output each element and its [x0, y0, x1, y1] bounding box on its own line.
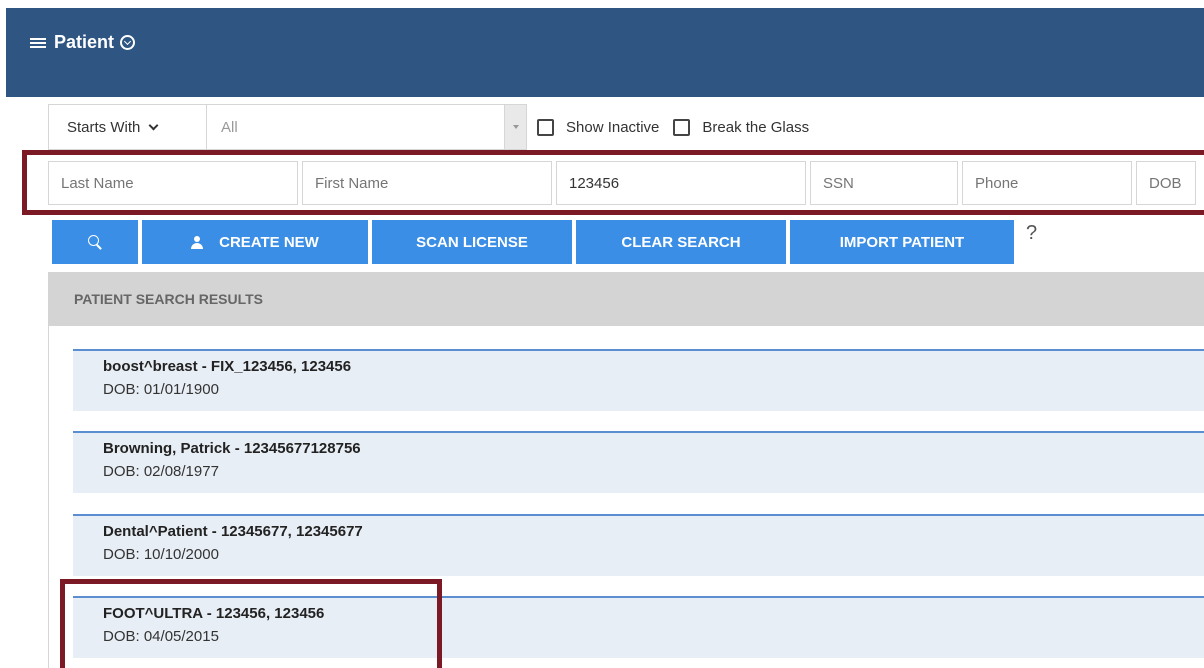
break-glass-checkbox[interactable]: Break the Glass	[673, 118, 810, 136]
app-header: Patient	[6, 8, 1204, 97]
break-glass-label: Break the Glass	[702, 118, 810, 136]
patient-name: Browning, Patrick - 12345677128756	[103, 440, 361, 457]
scope-value: All	[221, 118, 238, 136]
patient-name: Dental^Patient - 12345677, 12345677	[103, 523, 363, 540]
clear-search-label: CLEAR SEARCH	[621, 233, 741, 251]
list-item[interactable]: Browning, Patrick - 12345677128756 DOB: …	[73, 431, 1204, 493]
list-item[interactable]: Dental^Patient - 12345677, 12345677 DOB:…	[73, 514, 1204, 576]
results-header: PATIENT SEARCH RESULTS	[48, 272, 1204, 326]
clear-search-button[interactable]: CLEAR SEARCH	[576, 220, 786, 264]
create-new-button[interactable]: CREATE NEW	[142, 220, 368, 264]
results-title: PATIENT SEARCH RESULTS	[74, 291, 264, 307]
search-icon	[88, 235, 102, 249]
create-new-label: CREATE NEW	[219, 233, 319, 251]
dropdown-arrow-icon[interactable]	[504, 105, 526, 149]
checkbox-box[interactable]	[673, 118, 691, 136]
match-mode-select[interactable]: Starts With	[48, 104, 207, 150]
scan-license-button[interactable]: SCAN LICENSE	[372, 220, 572, 264]
help-icon[interactable]: ?	[1026, 222, 1037, 245]
filter-row: Starts With All Show Inactive Break the …	[48, 104, 809, 150]
patient-dob: DOB: 10/10/2000	[103, 546, 219, 563]
header-title-group[interactable]: Patient	[30, 32, 136, 53]
match-mode-value: Starts With	[67, 118, 141, 136]
page-title: Patient	[54, 32, 115, 52]
scan-license-label: SCAN LICENSE	[416, 233, 528, 251]
show-inactive-checkbox[interactable]: Show Inactive	[537, 118, 660, 136]
result-highlight	[60, 579, 442, 668]
patient-name: boost^breast - FIX_123456, 123456	[103, 358, 352, 375]
show-inactive-label: Show Inactive	[566, 118, 660, 136]
patient-dob: DOB: 01/01/1900	[103, 381, 219, 398]
chevron-circle-down-icon[interactable]	[120, 35, 136, 50]
action-button-row: CREATE NEW SCAN LICENSE CLEAR SEARCH IMP…	[52, 220, 1037, 264]
search-button[interactable]	[52, 220, 138, 264]
checkbox-box[interactable]	[537, 118, 554, 136]
patient-dob: DOB: 02/08/1977	[103, 463, 219, 480]
chevron-down-icon	[148, 120, 159, 130]
user-icon	[191, 235, 204, 249]
list-item[interactable]: boost^breast - FIX_123456, 123456 DOB: 0…	[73, 349, 1204, 411]
scope-select[interactable]: All	[207, 104, 527, 150]
import-patient-label: IMPORT PATIENT	[839, 233, 965, 251]
hamburger-menu-icon[interactable]	[30, 37, 46, 49]
import-patient-button[interactable]: IMPORT PATIENT	[790, 220, 1014, 264]
search-fields-highlight	[22, 150, 1204, 215]
